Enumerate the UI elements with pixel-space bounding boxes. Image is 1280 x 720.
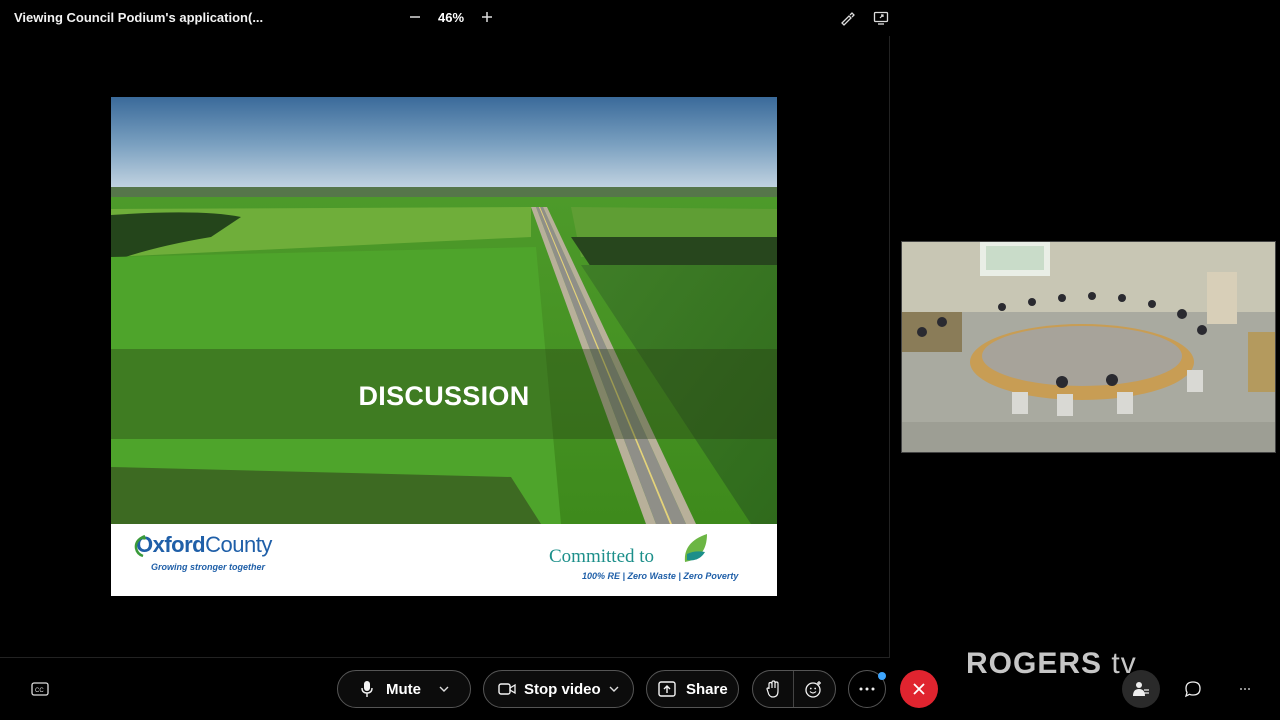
slide-heading: DISCUSSION (358, 381, 530, 411)
annotate-icon (841, 12, 855, 26)
microphone-icon (361, 681, 373, 697)
chevron-down-icon[interactable] (609, 684, 619, 694)
chevron-down-icon[interactable] (439, 684, 449, 694)
svg-text:CC: CC (35, 688, 44, 694)
participant-video[interactable] (901, 241, 1276, 453)
committed-subtitle: 100% RE | Zero Waste | Zero Poverty (582, 571, 739, 581)
share-title: Viewing Council Podium's application(... (14, 10, 264, 25)
reactions-group (752, 670, 836, 708)
panel-more-button[interactable] (1226, 670, 1264, 708)
raise-hand-icon (766, 680, 779, 698)
oxford-county-tagline: Growing stronger together (151, 562, 266, 572)
mute-label: Mute (386, 680, 421, 698)
stop-video-label: Stop video (524, 680, 601, 698)
chat-bubble-icon (1184, 681, 1201, 698)
zoom-control: 46% (406, 8, 496, 26)
oxford-county-leaf-icon (134, 534, 146, 558)
participants-button[interactable] (1122, 670, 1160, 708)
meeting-toolbar: CC Mute Stop video Share (0, 660, 1280, 720)
popout-button[interactable] (871, 8, 891, 28)
farmland-road-photo (111, 97, 777, 524)
raise-hand-button[interactable] (753, 671, 794, 707)
notification-dot (878, 672, 886, 680)
slide-footer: OxfordCounty Growing stronger together C… (111, 524, 777, 596)
chat-button[interactable] (1174, 670, 1212, 708)
zoom-out-button[interactable] (406, 8, 424, 26)
leave-meeting-button[interactable] (900, 670, 938, 708)
captions-button[interactable]: CC (21, 670, 59, 708)
mute-button[interactable]: Mute (337, 670, 471, 708)
committed-leaf-icon (684, 534, 707, 562)
reactions-button[interactable] (794, 671, 835, 707)
participants-icon (1133, 682, 1149, 696)
oxford-county-name: OxfordCounty (136, 532, 272, 557)
plus-icon (482, 12, 493, 22)
zoom-level: 46% (438, 9, 465, 25)
close-icon (913, 683, 925, 695)
smiley-plus-icon (805, 681, 822, 698)
share-label: Share (686, 680, 728, 698)
video-camera-icon (498, 683, 516, 695)
closed-captions-icon: CC (31, 682, 49, 696)
top-bar: Viewing Council Podium's application(...… (0, 0, 1280, 36)
more-icon (1240, 688, 1250, 690)
annotate-button[interactable] (838, 8, 858, 28)
zoom-in-button[interactable] (478, 8, 496, 26)
oxford-county-logo: OxfordCounty (136, 532, 272, 558)
council-chamber-video (902, 242, 1275, 452)
committed-to-title: Committed to (549, 546, 655, 567)
more-icon (859, 687, 875, 691)
popout-icon (873, 11, 889, 25)
minus-icon (410, 16, 420, 18)
share-screen-icon (658, 681, 676, 697)
share-button[interactable]: Share (646, 670, 739, 708)
presentation-slide: DISCUSSION OxfordCounty Growing stronger… (111, 97, 777, 596)
stop-video-button[interactable]: Stop video (483, 670, 634, 708)
